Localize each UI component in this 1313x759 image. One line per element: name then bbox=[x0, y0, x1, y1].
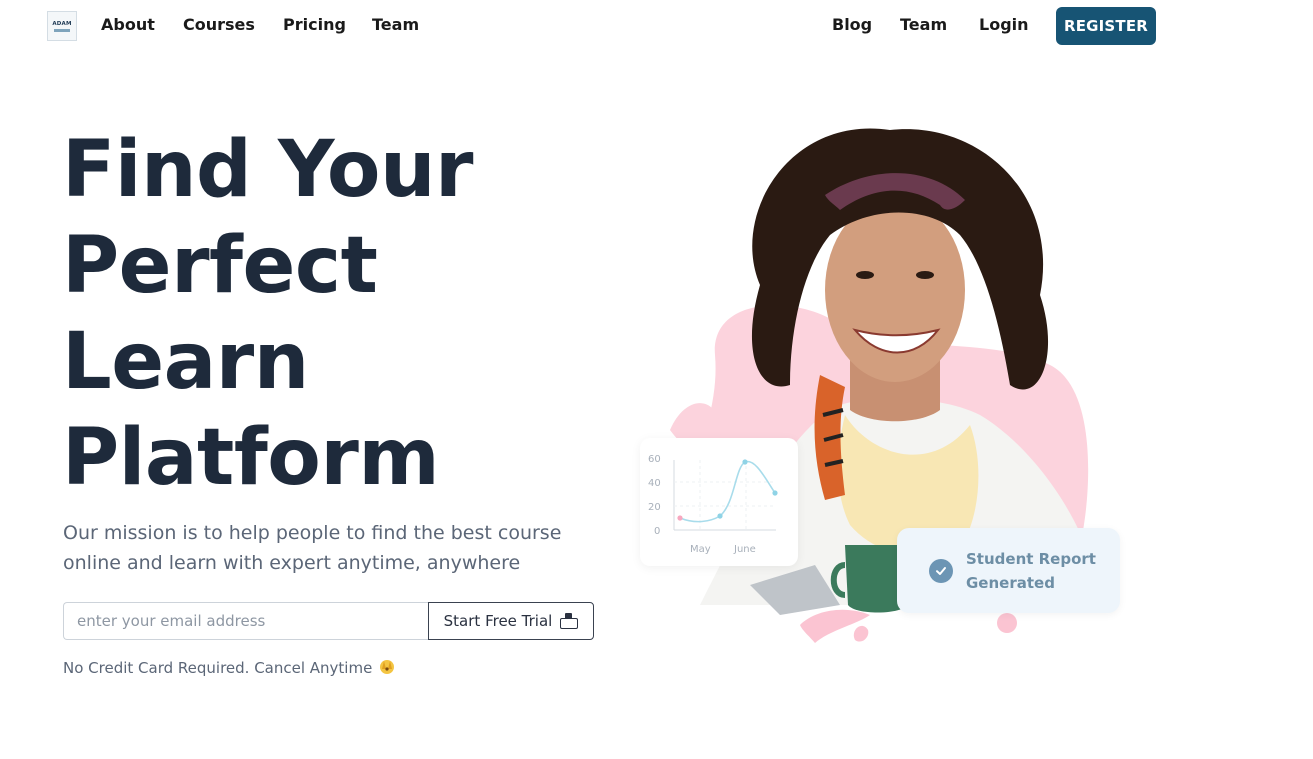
y-tick-label: 0 bbox=[654, 526, 660, 537]
y-tick-label: 60 bbox=[648, 454, 661, 465]
nav-link-login[interactable]: Login bbox=[979, 15, 1029, 34]
report-line-2: Generated bbox=[966, 573, 1055, 592]
mini-line-chart: 60 40 20 0 May June bbox=[648, 454, 778, 555]
start-free-trial-button[interactable]: Start Free Trial bbox=[428, 602, 594, 640]
email-field-wrapper bbox=[63, 602, 429, 640]
brand-logo[interactable]: ADAM bbox=[47, 11, 77, 41]
nav-link-courses[interactable]: Courses bbox=[183, 15, 255, 34]
person-eye-right bbox=[916, 271, 934, 279]
hero-title-line: Perfect bbox=[62, 221, 378, 311]
logo-text: ADAM bbox=[52, 20, 72, 27]
nav-link-team[interactable]: Team bbox=[372, 15, 419, 34]
pink-drop bbox=[853, 625, 869, 642]
hero-title-line: Platform bbox=[62, 413, 440, 503]
y-tick-label: 20 bbox=[648, 502, 661, 513]
register-button[interactable]: REGISTER bbox=[1056, 7, 1156, 45]
mission-line: Our mission is to help people to find th… bbox=[63, 522, 562, 544]
raised-hands-icon bbox=[378, 657, 396, 679]
email-input[interactable] bbox=[64, 603, 429, 639]
logo-stripe bbox=[54, 28, 70, 32]
hero-title-line: Find Your bbox=[62, 125, 473, 215]
x-tick-label: June bbox=[733, 544, 756, 555]
mission-line: online and learn with expert anytime, an… bbox=[63, 552, 521, 574]
data-point bbox=[772, 490, 778, 496]
nav-link-about[interactable]: About bbox=[101, 15, 155, 34]
data-point bbox=[677, 515, 683, 521]
trial-button-label: Start Free Trial bbox=[443, 612, 553, 630]
y-tick-label: 40 bbox=[648, 478, 661, 489]
hero-title: Find Your Perfect Learn Platform bbox=[62, 122, 622, 506]
nav-link-blog[interactable]: Blog bbox=[832, 15, 872, 34]
mailbox-icon bbox=[560, 613, 579, 629]
top-navigation: ADAM About Courses Pricing Team Blog Tea… bbox=[0, 0, 1313, 52]
person-face bbox=[825, 198, 965, 382]
data-point bbox=[717, 513, 723, 519]
note-text: No Credit Card Required. Cancel Anytime bbox=[63, 659, 373, 677]
mini-chart-card: 60 40 20 0 May June bbox=[640, 438, 798, 566]
pink-dot bbox=[997, 613, 1017, 633]
hero-title-line: Learn bbox=[62, 317, 309, 407]
nav-link-pricing[interactable]: Pricing bbox=[283, 15, 346, 34]
person-eye-left bbox=[856, 271, 874, 279]
report-line-1: Student Report bbox=[966, 549, 1096, 568]
student-report-card: Student Report Generated bbox=[897, 528, 1120, 613]
x-tick-label: May bbox=[690, 544, 711, 555]
nav-link-team-right[interactable]: Team bbox=[900, 15, 947, 34]
data-point bbox=[742, 459, 748, 465]
series-line bbox=[679, 460, 776, 523]
report-text: Student Report Generated bbox=[966, 547, 1096, 595]
no-credit-card-note: No Credit Card Required. Cancel Anytime bbox=[63, 657, 396, 679]
mission-text: Our mission is to help people to find th… bbox=[63, 518, 603, 578]
check-circle-icon bbox=[929, 558, 953, 583]
